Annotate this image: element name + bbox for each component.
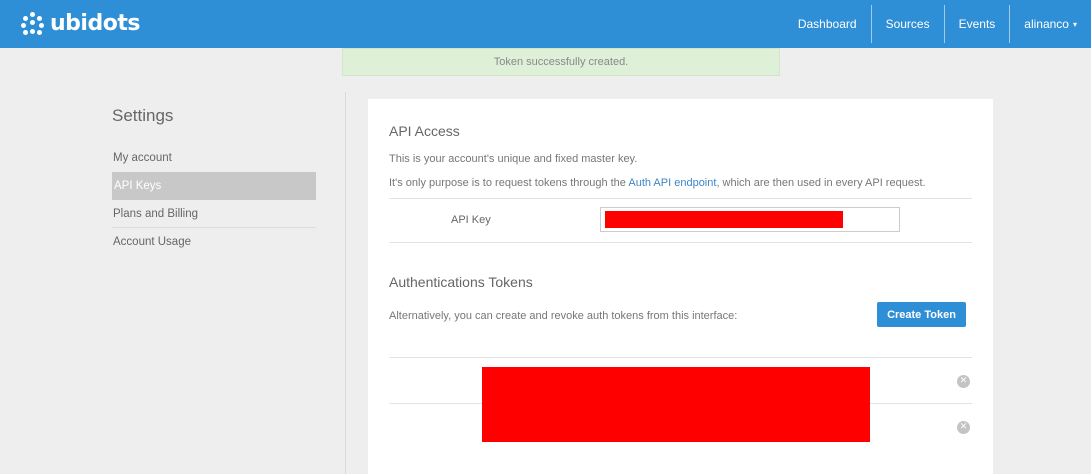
sidebar-item-api-keys[interactable]: API Keys — [112, 172, 316, 200]
api-access-description: This is your account's unique and fixed … — [389, 153, 638, 165]
main-nav: Dashboard Sources Events alinanco ▾ — [784, 0, 1091, 48]
vertical-divider — [345, 92, 346, 474]
user-menu[interactable]: alinanco ▾ — [1009, 5, 1091, 43]
nav-events[interactable]: Events — [943, 5, 1010, 43]
api-key-field[interactable] — [600, 207, 900, 232]
token-row-divider — [389, 357, 972, 358]
api-keys-panel: API Access This is your account's unique… — [368, 99, 993, 474]
api-access-title: API Access — [389, 123, 460, 139]
sidebar-item-account-usage[interactable]: Account Usage — [112, 228, 316, 256]
caret-down-icon: ▾ — [1072, 19, 1077, 29]
divider — [389, 198, 972, 199]
create-token-button[interactable]: Create Token — [877, 302, 966, 327]
logo-dots-icon — [20, 10, 46, 36]
nav-events-label: Events — [958, 17, 996, 31]
api-key-label: API Key — [451, 214, 491, 226]
nav-sources-label: Sources — [885, 17, 930, 31]
ubidots-logo[interactable]: ubidots — [20, 10, 140, 36]
sidebar-title: Settings — [112, 106, 174, 125]
redacted-api-key — [605, 211, 843, 228]
divider — [389, 242, 972, 243]
redacted-token-list — [482, 367, 870, 442]
nav-dashboard[interactable]: Dashboard — [784, 5, 871, 43]
nav-sources[interactable]: Sources — [870, 5, 944, 43]
revoke-icon[interactable]: ✕ — [957, 375, 970, 388]
settings-sidebar: Settings My account API Keys Plans and B… — [112, 100, 316, 256]
api-access-purpose: It's only purpose is to request tokens t… — [389, 177, 926, 189]
revoke-icon[interactable]: ✕ — [957, 421, 970, 434]
purpose-prefix: It's only purpose is to request tokens t… — [389, 177, 629, 189]
success-toast: Token successfully created. — [342, 48, 780, 76]
purpose-suffix: , which are then used in every API reque… — [716, 177, 926, 189]
toast-message: Token successfully created. — [493, 56, 629, 68]
sidebar-item-my-account[interactable]: My account — [112, 144, 316, 172]
sidebar-item-plans-billing[interactable]: Plans and Billing — [112, 200, 316, 228]
top-navbar: ubidots Dashboard Sources Events alinanc… — [0, 0, 1091, 48]
logo-text: ubidots — [50, 10, 140, 36]
auth-tokens-description: Alternatively, you can create and revoke… — [389, 310, 738, 322]
user-menu-label: alinanco — [1024, 17, 1069, 31]
nav-dashboard-label: Dashboard — [797, 17, 857, 31]
auth-api-endpoint-link[interactable]: Auth API endpoint — [628, 177, 716, 189]
auth-tokens-title: Authentications Tokens — [389, 274, 533, 290]
